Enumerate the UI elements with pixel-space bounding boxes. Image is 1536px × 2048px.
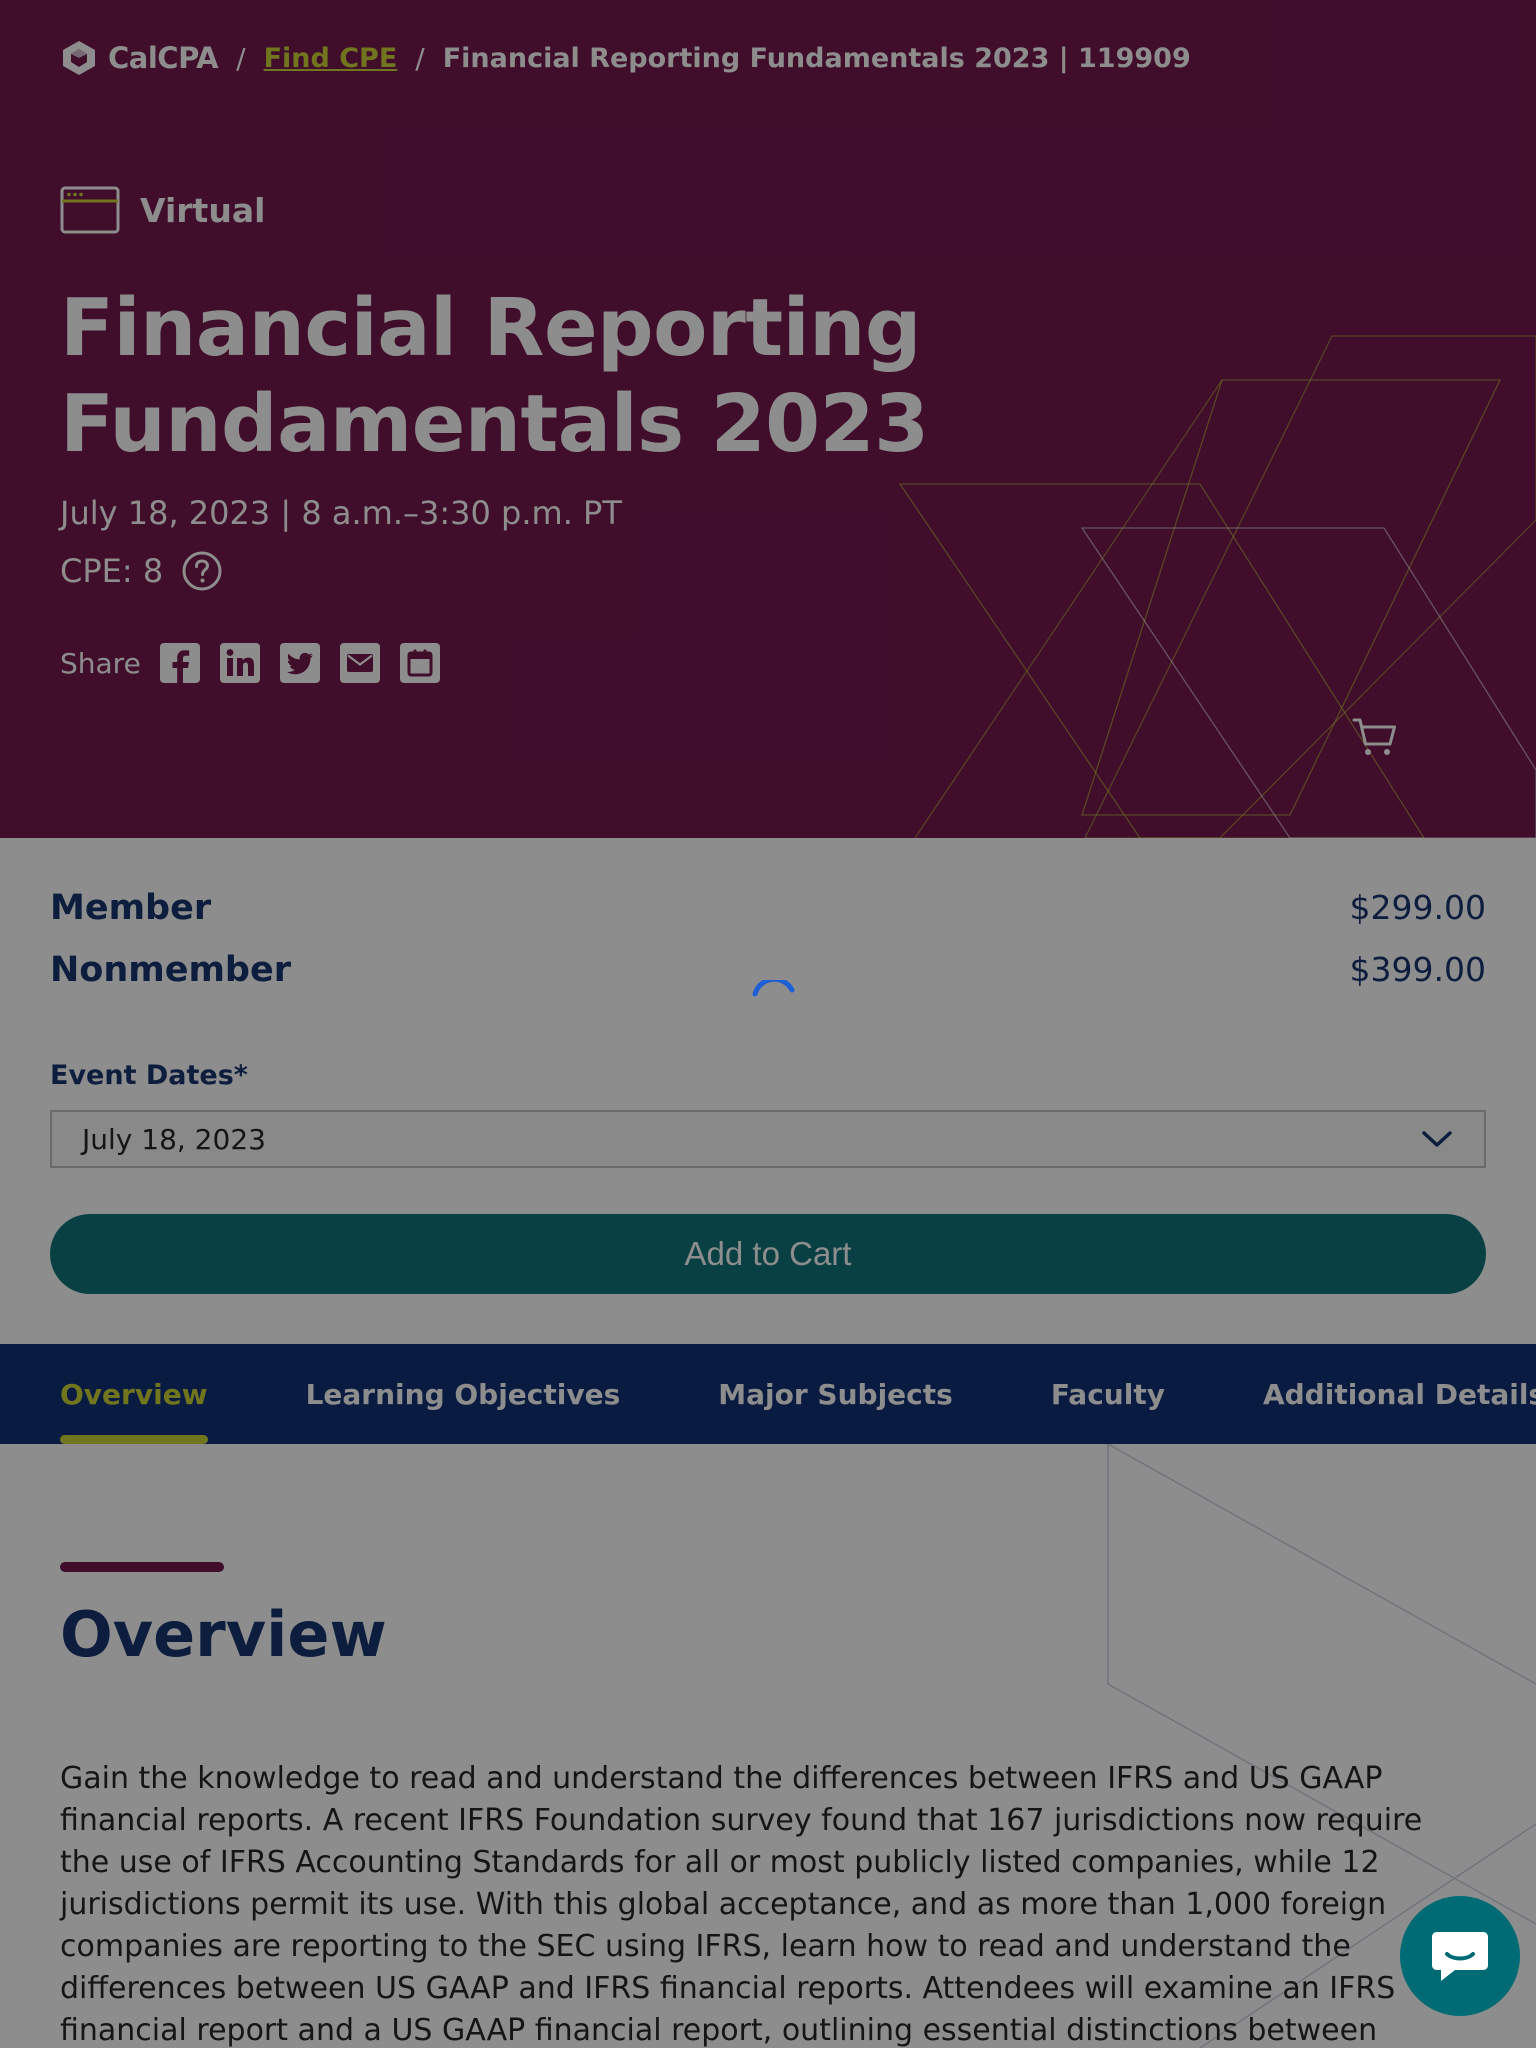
email-icon[interactable] (339, 642, 381, 684)
tab-overview[interactable]: Overview (60, 1344, 208, 1444)
add-to-cart-button[interactable]: Add to Cart (50, 1214, 1486, 1294)
event-format: Virtual (60, 186, 265, 234)
cart-icon[interactable] (1352, 716, 1398, 758)
twitter-icon[interactable] (279, 642, 321, 684)
breadcrumb-current: Financial Reporting Fundamentals 2023 | … (442, 42, 1191, 74)
breadcrumb-separator: / (415, 41, 425, 75)
loading-spinner-icon (752, 980, 795, 997)
chat-bubble-icon (1432, 1932, 1488, 1981)
event-dates-label: Event Dates* (50, 1060, 248, 1091)
overview-heading: Overview (60, 1598, 387, 1671)
cpe-label: CPE: 8 (60, 552, 164, 590)
calcpa-logo[interactable]: CalCPA (60, 39, 219, 77)
section-accent-rule (60, 1562, 224, 1572)
share-bar: Share (60, 642, 441, 684)
event-hero: CalCPA / Find CPE / Financial Reporting … (0, 0, 1536, 838)
overview-section: Overview Gain the knowledge to read and … (0, 1444, 1536, 2048)
nonmember-label: Nonmember (50, 950, 291, 990)
page-title: Financial Reporting Fundamentals 2023 (60, 282, 929, 470)
tab-learning-objectives[interactable]: Learning Objectives (306, 1344, 621, 1444)
calcpa-logo-mark-icon (63, 41, 95, 75)
event-dates-selected-value: July 18, 2023 (82, 1122, 266, 1156)
share-label: Share (60, 646, 141, 680)
help-icon[interactable] (181, 550, 223, 592)
purchase-panel: Member $299.00 Nonmember $399.00 Event D… (0, 838, 1536, 1344)
linkedin-icon[interactable] (219, 642, 261, 684)
member-label: Member (50, 888, 212, 928)
logo-text: CalCPA (108, 41, 219, 75)
breadcrumb: CalCPA / Find CPE / Financial Reporting … (60, 38, 1191, 78)
chat-button[interactable] (1400, 1896, 1520, 2016)
breadcrumb-link-find-cpe[interactable]: Find CPE (264, 43, 398, 74)
overview-body: Gain the knowledge to read and understan… (60, 1761, 1423, 2048)
cpe-credits: CPE: 8 (60, 550, 223, 592)
tab-major-subjects[interactable]: Major Subjects (718, 1344, 953, 1444)
event-format-label: Virtual (140, 190, 266, 230)
section-tabs: Overview Learning Objectives Major Subje… (0, 1344, 1536, 1444)
member-price: $299.00 (1349, 888, 1486, 927)
event-date-time: July 18, 2023 | 8 a.m.–3:30 p.m. PT (60, 494, 622, 532)
browser-window-icon (60, 186, 120, 234)
chevron-down-icon (1422, 1131, 1452, 1147)
tab-additional-details[interactable]: Additional Details (1263, 1344, 1536, 1444)
breadcrumb-separator: / (236, 41, 246, 75)
facebook-icon[interactable] (159, 642, 201, 684)
nonmember-price: $399.00 (1349, 950, 1486, 989)
price-row-member: Member $299.00 (50, 888, 1486, 928)
event-dates-select[interactable]: July 18, 2023 (50, 1110, 1486, 1168)
calendar-icon[interactable] (399, 642, 441, 684)
tab-faculty[interactable]: Faculty (1051, 1344, 1165, 1444)
